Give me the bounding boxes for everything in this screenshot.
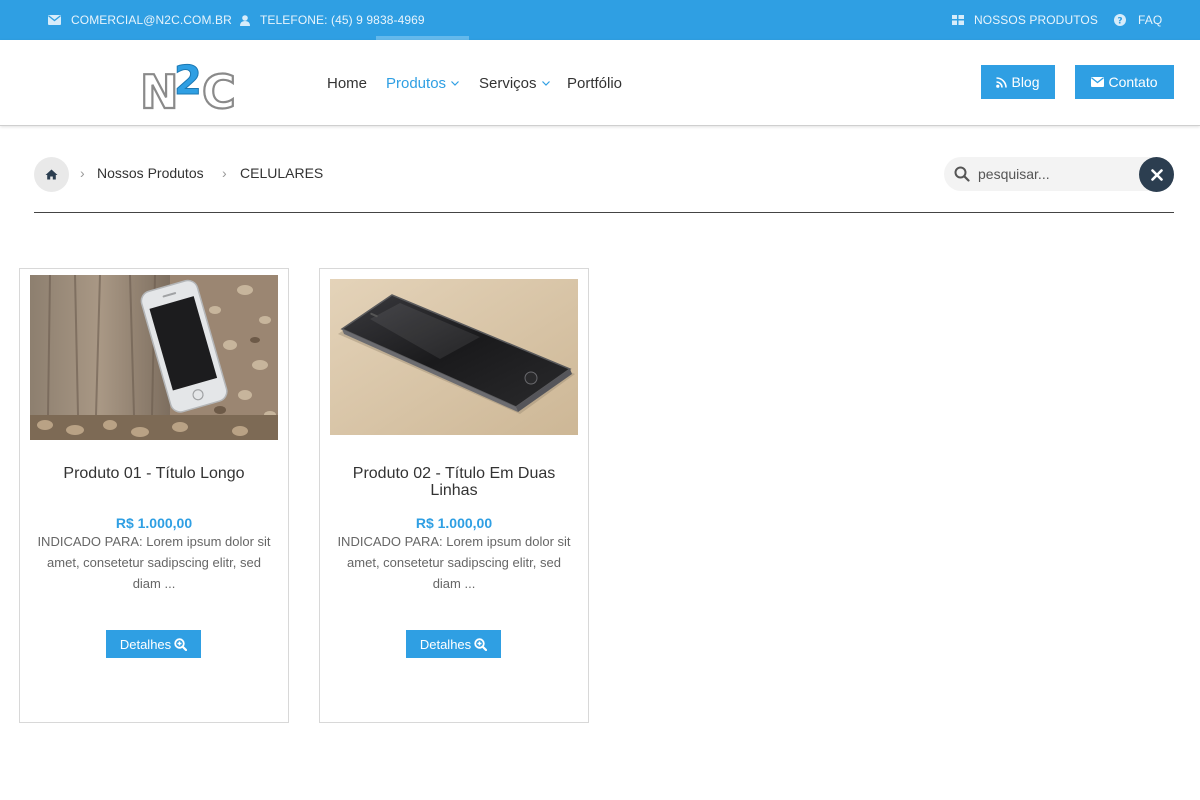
nav-portfolio[interactable]: Portfólio [567, 40, 622, 126]
site-header: N C 2 Home Produtos Serviços Portfólio B… [0, 40, 1200, 126]
logo-mark: N C 2 [139, 58, 237, 121]
chevron-down-icon [541, 80, 550, 86]
breadcrumb-divider [34, 212, 1174, 213]
product-card: Produto 01 - Título Longo R$ 1.000,00 IN… [19, 268, 289, 723]
product-description: INDICADO PARA: Lorem ipsum dolor sit ame… [337, 534, 571, 591]
phone-image [330, 279, 578, 435]
contato-button-label: Contato [1108, 74, 1158, 90]
product-description: INDICADO PARA: Lorem ipsum dolor sit ame… [37, 534, 271, 591]
top-bar: COMERCIAL@N2C.COM.BR TELEFONE: (45) 9 98… [0, 0, 1200, 40]
breadcrumb-separator: › [80, 165, 85, 181]
faq-link[interactable]: ? FAQ [1114, 0, 1162, 40]
contact-phone: TELEFONE: (45) 9 9838-4969 [240, 0, 425, 40]
contato-button[interactable]: Contato [1075, 65, 1174, 99]
close-icon [1150, 168, 1163, 181]
zoom-in-icon [174, 637, 188, 651]
products-link[interactable]: NOSSOS PRODUTOS [952, 0, 1098, 40]
product-price: R$ 1.000,00 [115, 515, 193, 531]
search-icon [954, 166, 970, 182]
svg-text:C: C [202, 65, 236, 116]
product-card: Produto 02 - Título Em Duas Linhas R$ 1.… [319, 268, 589, 723]
grid-icon [952, 15, 964, 25]
envelope-icon [1091, 77, 1105, 87]
nav-servicos[interactable]: Serviços [479, 40, 550, 126]
faq-link-text: FAQ [1138, 13, 1163, 27]
contact-email-text: COMERCIAL@N2C.COM.BR [71, 13, 232, 27]
nav-servicos-label: Serviços [479, 74, 537, 92]
product-price: R$ 1.000,00 [415, 515, 493, 531]
user-icon [240, 14, 250, 26]
rss-icon [996, 76, 1008, 88]
products-link-text: NOSSOS PRODUTOS [974, 13, 1098, 27]
product-image[interactable] [330, 279, 578, 435]
details-button[interactable]: Detalhes [406, 630, 501, 658]
details-button[interactable]: Detalhes [106, 630, 201, 658]
search-input[interactable] [978, 166, 1128, 182]
product-title[interactable]: Produto 01 - Título Longo [30, 465, 278, 482]
nav-home-label: Home [327, 74, 368, 92]
blog-button-label: Blog [1011, 74, 1040, 90]
chevron-down-icon [451, 80, 459, 86]
phone-image [30, 275, 278, 440]
details-button-label: Detalhes [119, 636, 172, 652]
svg-text:2: 2 [174, 58, 202, 104]
breadcrumb-separator: › [222, 165, 227, 181]
home-icon [45, 169, 58, 180]
nav-portfolio-label: Portfólio [567, 74, 623, 92]
nav-produtos-label: Produtos [386, 74, 447, 92]
product-title[interactable]: Produto 02 - Título Em Duas Linhas [330, 465, 578, 499]
zoom-in-icon [474, 637, 488, 651]
search-clear-button[interactable] [1139, 157, 1174, 192]
search-box [944, 157, 1154, 191]
logo[interactable]: N C 2 [138, 56, 240, 121]
svg-text:?: ? [1117, 17, 1122, 27]
breadcrumb-item-nossos-produtos[interactable]: Nossos Produtos [97, 165, 204, 181]
svg-text:N: N [140, 65, 179, 116]
details-button-label: Detalhes [419, 636, 472, 652]
nav-produtos[interactable]: Produtos [386, 40, 459, 126]
question-icon: ? [1114, 14, 1126, 26]
contact-phone-text: TELEFONE: (45) 9 9838-4969 [260, 13, 425, 27]
breadcrumb-item-celulares: CELULARES [240, 165, 324, 181]
contact-email[interactable]: COMERCIAL@N2C.COM.BR [48, 0, 232, 40]
envelope-icon [48, 15, 61, 25]
product-image[interactable] [30, 275, 278, 440]
breadcrumb-home[interactable] [34, 157, 69, 192]
blog-button[interactable]: Blog [981, 65, 1055, 99]
nav-home[interactable]: Home [327, 40, 367, 126]
